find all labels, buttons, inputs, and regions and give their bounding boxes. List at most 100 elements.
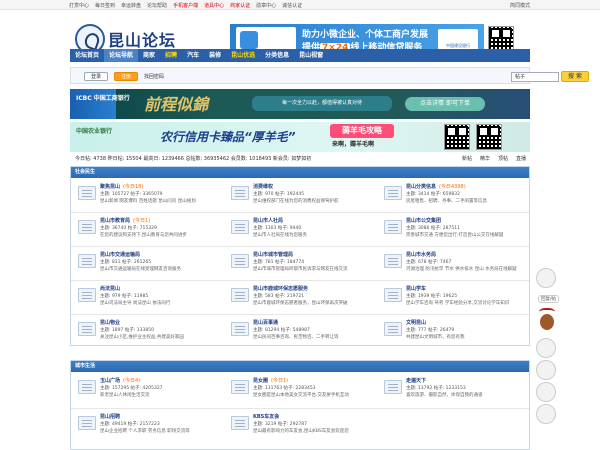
forum-name[interactable]: 文明昆山: [406, 319, 429, 326]
abc-banner-ad[interactable]: 中国农业银行 农行信用卡臻品“厚羊毛” 薅羊毛攻略 来啊，薅羊毛啊: [70, 122, 530, 152]
site-logo-text[interactable]: 昆山论坛: [108, 27, 176, 51]
forum-icon[interactable]: [231, 416, 249, 430]
weibo-icon[interactable]: [536, 404, 556, 424]
forum-item[interactable]: 昆山市公交集团 主题: 3086 帖子: 287511 完善城市交通 方便您出行,打…: [379, 214, 529, 244]
forum-icon[interactable]: [384, 380, 402, 394]
forum-icon[interactable]: [231, 254, 249, 268]
forum-name[interactable]: 昆山市公交集团: [406, 217, 444, 224]
wechat-icon[interactable]: [536, 360, 556, 380]
forum-name[interactable]: 聚焦昆山 (今日18): [100, 183, 143, 190]
stats-tab[interactable]: 顶帖: [498, 156, 508, 162]
top-link[interactable]: 幸运转盘: [121, 3, 141, 9]
nav-item[interactable]: 装修: [204, 49, 226, 62]
nav-item[interactable]: 商家: [138, 49, 160, 62]
forum-icon[interactable]: [384, 288, 402, 302]
forum-name[interactable]: 消费维权: [253, 183, 276, 190]
forum-item[interactable]: 走遍天下 主题: 13792 帖子: 1233153 喜欢旅游、摄影自然、体现自我的…: [379, 374, 529, 404]
nav-item[interactable]: 汽车: [182, 49, 204, 62]
forum-icon[interactable]: [78, 380, 96, 394]
forum-item[interactable]: 昆山招聘 主题: 49419 帖子: 2157223 昆山企业招聘 个人求职 劳务信…: [73, 410, 223, 440]
forum-icon[interactable]: [78, 288, 96, 302]
forum-name[interactable]: 昆山市教育局 (今日1): [100, 217, 150, 224]
simple-mode-link[interactable]: 简同模式: [510, 2, 530, 9]
stats-tab[interactable]: 直播: [516, 156, 526, 162]
stats-tab[interactable]: 精华: [480, 156, 490, 162]
forgot-password-link[interactable]: 找回密码: [144, 73, 164, 80]
forum-name[interactable]: 昆山市人社局: [253, 217, 286, 224]
forum-item[interactable]: 尚法昆山 主题: 979 帖子: 11985 昆山司法局主导 尚法昆山 依法同行: [73, 282, 223, 312]
forum-name[interactable]: 昆山市城市管理局: [253, 251, 296, 258]
forum-icon[interactable]: [231, 288, 249, 302]
section-title[interactable]: 城市生活: [71, 361, 529, 372]
forum-item[interactable]: 昆山市交通运输局 主题: 811 帖子: 261265 昆山市交通运输局在线受理网友…: [73, 248, 223, 278]
forum-icon[interactable]: [78, 322, 96, 336]
forum-item[interactable]: 聚焦昆山 (今日18) 主题: 105727 帖子: 3365079 昆山新闻 网友爆…: [73, 180, 223, 210]
top-link[interactable]: 打赏中心: [69, 3, 89, 9]
stats-tab[interactable]: 新帖: [462, 156, 472, 162]
nav-item[interactable]: 论坛导航: [104, 49, 139, 62]
nav-item[interactable]: 招聘: [160, 49, 182, 62]
top-link[interactable]: 每日签到: [95, 3, 115, 9]
forum-name[interactable]: 尚法昆山: [100, 285, 123, 292]
forum-name[interactable]: 昆山百事通: [253, 319, 281, 326]
forum-name[interactable]: 昆山学车: [406, 285, 429, 292]
forum-icon[interactable]: [384, 254, 402, 268]
nav-item[interactable]: 论坛首页: [70, 49, 104, 62]
forum-name[interactable]: 昆山物业: [100, 319, 123, 326]
forum-icon[interactable]: [78, 220, 96, 234]
forum-item[interactable]: KBS车友会 主题: 3219 帖子: 292787 昆山最有影响力的车友会,昆山K…: [226, 410, 376, 440]
forum-item[interactable]: 昆山市鹿城环保志愿服务 主题: 583 帖子: 219721 昆山市鹿城环保志愿者服…: [226, 282, 376, 312]
forum-name[interactable]: 玉山广场 (今日4): [100, 377, 140, 384]
forum-item[interactable]: 昆山市城市管理局 主题: 781 帖子: 184774 昆山市城市管理局听取市民诉求…: [226, 248, 376, 278]
forum-name[interactable]: 昆山分类信息 (今日4398): [406, 183, 466, 190]
side-float-top[interactable]: [536, 268, 556, 288]
register-button[interactable]: 注册: [114, 72, 139, 81]
forum-name[interactable]: 昆山市鹿城环保志愿服务: [253, 285, 311, 292]
forum-item[interactable]: 昆山百事通 主题: 81294 帖子: 548987 昆山民间百事咨询、民苦物咨、二…: [226, 316, 376, 346]
search-button[interactable]: 搜 索: [561, 71, 589, 82]
top-link[interactable]: 勋章中心: [256, 3, 276, 9]
nav-item[interactable]: 昆山优选: [226, 49, 260, 62]
forum-item[interactable]: 昆山市教育局 (今日1) 主题: 36740 帖子: 715329 在您的建议和支持下…: [73, 214, 223, 244]
forum-icon[interactable]: [384, 220, 402, 234]
top-link[interactable]: 诚信认证: [282, 3, 302, 9]
forum-item[interactable]: 昆女圈 (今日1) 主题: 131763 帖子: 2283453 昆女圈是昆山本地美女…: [226, 374, 376, 404]
forum-icon[interactable]: [78, 416, 96, 430]
forum-icon[interactable]: [231, 322, 249, 336]
forum-name[interactable]: 昆女圈 (今日1): [253, 377, 288, 384]
forum-icon[interactable]: [231, 220, 249, 234]
forum-name[interactable]: 昆山招聘: [100, 413, 123, 420]
forum-name[interactable]: KBS车友会: [253, 413, 282, 420]
forum-item[interactable]: 消费维权 主题: 970 帖子: 192445 昆山维权部门在线为您的消费权益保驾护…: [226, 180, 376, 210]
qr-side-icon[interactable]: [536, 382, 556, 402]
forum-icon[interactable]: [78, 254, 96, 268]
side-label[interactable]: 回复/帖: [538, 295, 560, 303]
forum-name[interactable]: 昆山市水务局: [406, 251, 439, 258]
forum-item[interactable]: 昆山物业 主题: 1897 帖子: 133850 关注昆山小区,维护业主权益,共建美…: [73, 316, 223, 346]
forum-icon[interactable]: [231, 186, 249, 200]
forum-icon[interactable]: [231, 380, 249, 394]
forum-item[interactable]: 昆山市人社局 主题: 1303 帖子: 9440 昆山市人社局在线为您服务: [226, 214, 376, 244]
forum-icon[interactable]: [78, 186, 96, 200]
login-button[interactable]: 登录: [84, 72, 109, 81]
forum-item[interactable]: 文明昆山 主题: 777 帖子: 26479 共建昆山文明城市，有您有我: [379, 316, 529, 346]
nav-item[interactable]: 昆山视窗: [294, 49, 328, 62]
chat-icon[interactable]: [536, 338, 556, 358]
top-link[interactable]: 道具中心: [204, 3, 224, 9]
forum-name[interactable]: 走遍天下: [406, 377, 429, 384]
top-link[interactable]: 手机客户端: [173, 3, 198, 9]
nav-item[interactable]: 分类信息: [260, 49, 294, 62]
top-link[interactable]: 论坛帮助: [147, 3, 167, 9]
top-link[interactable]: 商家认证: [230, 3, 250, 9]
forum-item[interactable]: 玉山广场 (今日4) 主题: 157295 帖子: 4205327 新老昆山人休闲生活…: [73, 374, 223, 404]
icbc-banner-ad[interactable]: ICBC 中国工商银行 前程似錦 每一次全力以赴，都值得被认真对待 点击详情 即…: [70, 89, 530, 119]
forum-item[interactable]: 昆山分类信息 (今日4398) 主题: 3414 帖子: 659832 房屋租售、招聘…: [379, 180, 529, 210]
forum-name[interactable]: 昆山市交通运输局: [100, 251, 143, 258]
ad-detail-button[interactable]: 点击详情 即可下单: [405, 97, 485, 111]
section-title[interactable]: 社会民生: [71, 167, 529, 178]
forum-item[interactable]: 昆山学车 主题: 1939 帖子: 19625 昆山学车咨询 驾考 学车经验分享,交…: [379, 282, 529, 312]
search-scope-select[interactable]: 帖子: [511, 72, 559, 82]
forum-icon[interactable]: [384, 186, 402, 200]
forum-item[interactable]: 昆山市水务局 主题: 678 帖子: 7467 河湖治理 防汛抗旱 节水 供水排水 …: [379, 248, 529, 278]
forum-icon[interactable]: [384, 322, 402, 336]
